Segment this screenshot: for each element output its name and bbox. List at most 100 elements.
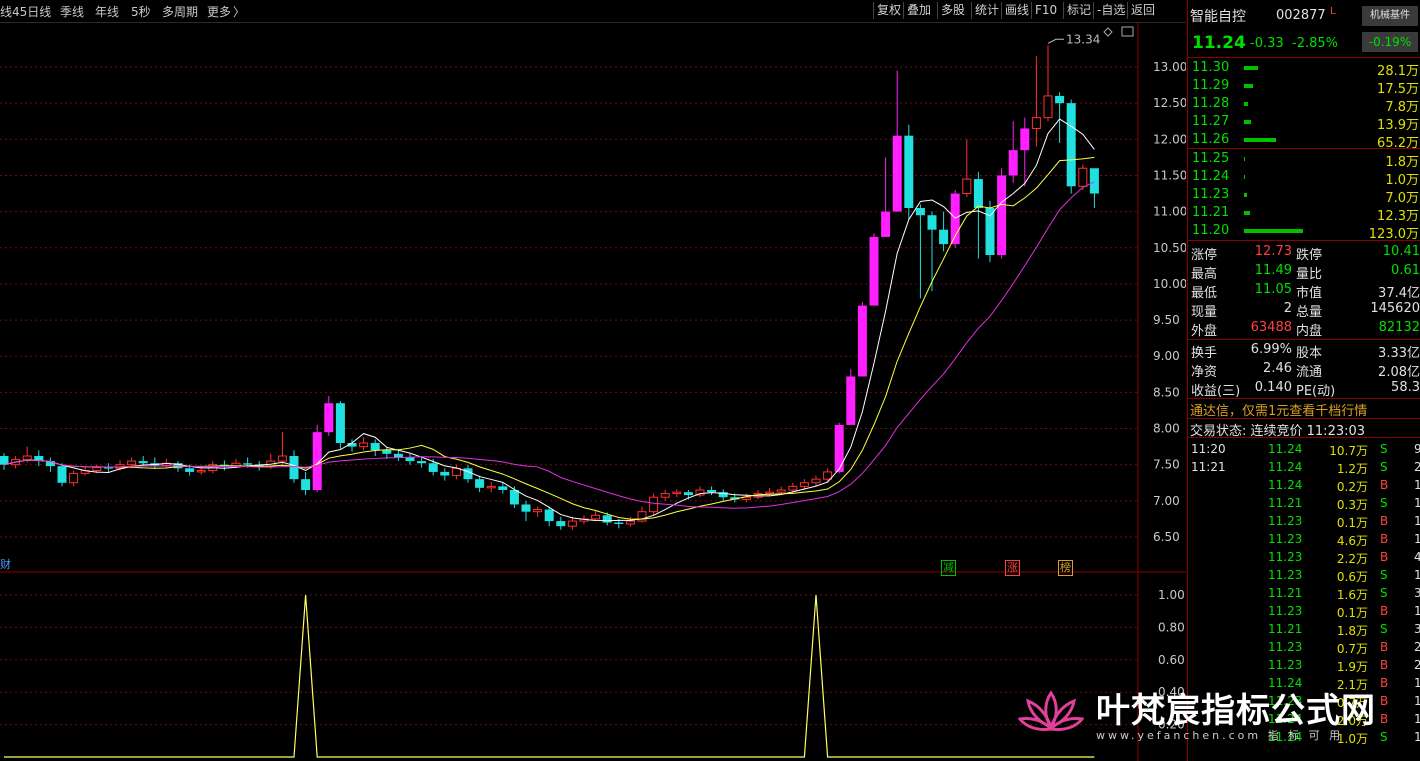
tick-volume: 2.0万: [1336, 714, 1368, 728]
tick-volume: 0.2万: [1336, 480, 1368, 494]
tick-count: 2: [1414, 640, 1420, 654]
signal-label[interactable]: 涨: [1005, 560, 1020, 576]
stat-value: 11.49: [1254, 263, 1292, 278]
kline-chart[interactable]: 13.00 12.50 12.00 11.50 11.00 10.50 10.00 9.50 9…: [0, 22, 1186, 761]
tick-price: 11.24: [1268, 460, 1303, 474]
candle-body: [939, 229, 949, 245]
ad-banner[interactable]: 通达信，仅需1元查看千档行情: [1190, 400, 1367, 419]
tick-count: 3: [1414, 622, 1420, 636]
candle-body: [846, 376, 856, 425]
period-0[interactable]: 线: [0, 3, 12, 20]
tick-side: B: [1380, 658, 1389, 672]
tick-side: B: [1380, 532, 1389, 546]
toolbar-button-7[interactable]: -自选: [1093, 2, 1128, 19]
tick-side: B: [1380, 478, 1389, 492]
candle-body: [393, 453, 403, 458]
candle-body: [1089, 168, 1099, 194]
more-arrow-icon[interactable]: 〉: [233, 3, 245, 20]
tick-side: B: [1380, 640, 1389, 654]
candle-body: [57, 466, 67, 483]
toolbar-button-4[interactable]: 画线: [1001, 2, 1032, 19]
orderbook-row[interactable]: 11.21 12.3万: [1188, 204, 1420, 224]
tick-row: 11.23 1.9万 B 2: [1188, 657, 1420, 675]
candle-body: [567, 520, 577, 527]
signal-label[interactable]: 减: [941, 560, 956, 576]
orderbook-row[interactable]: 11.29 17.5万: [1188, 77, 1420, 97]
orderbook-row[interactable]: 11.25 1.8万: [1188, 150, 1420, 170]
stat-value: 37.4亿: [1378, 286, 1420, 301]
period-2[interactable]: 季线: [60, 3, 84, 20]
orderbook-row[interactable]: 11.30 28.1万: [1188, 59, 1420, 79]
stat-label: 换手: [1191, 346, 1218, 361]
candle-body: [428, 463, 438, 472]
chart-diamond-icon[interactable]: [1103, 27, 1113, 37]
candle-body: [776, 489, 786, 493]
left-edge-label: 财: [0, 557, 11, 571]
candle-body: [335, 403, 345, 443]
tick-count: 2: [1414, 460, 1420, 474]
l-flag: L: [1330, 6, 1336, 17]
orderbook-price: 11.26: [1192, 132, 1230, 147]
orderbook-row[interactable]: 11.23 7.0万: [1188, 186, 1420, 206]
tick-count: 1: [1414, 712, 1420, 726]
tick-volume: 1.0万: [1336, 732, 1368, 746]
tick-volume: 4.6万: [1336, 534, 1368, 548]
industry-change-badge[interactable]: -0.19%: [1362, 32, 1418, 52]
stat-label: 内盘: [1296, 324, 1323, 339]
tick-side: B: [1380, 604, 1389, 618]
toolbar-button-5[interactable]: F10: [1031, 2, 1060, 19]
orderbook-volume-bar: [1244, 138, 1276, 142]
orderbook-row[interactable]: 11.24 1.0万: [1188, 168, 1420, 188]
tick-count: 1: [1414, 532, 1420, 546]
candle-body: [962, 178, 972, 195]
tick-row: 11.23 0.6万 S 1: [1188, 567, 1420, 585]
tick-row: 11.24 2.0万 B 1: [1188, 711, 1420, 729]
stat-value: 0.61: [1391, 263, 1420, 278]
period-3[interactable]: 年线: [95, 3, 119, 20]
tick-side: S: [1380, 460, 1388, 474]
period-1[interactable]: 45日线: [12, 3, 51, 20]
orderbook-row[interactable]: 11.28 7.8万: [1188, 95, 1420, 115]
price-tick-label: 7.00: [1153, 494, 1180, 508]
tick-side: B: [1380, 514, 1389, 528]
candle-body: [475, 479, 485, 488]
price-tick-label: 12.50: [1153, 96, 1186, 110]
candle-body: [533, 509, 543, 513]
ma20-line: [3, 181, 1095, 509]
stat-value: 0.140: [1254, 380, 1292, 395]
period-4[interactable]: 5秒: [131, 3, 151, 20]
orderbook-volume-bar: [1244, 66, 1259, 70]
stat-label: PE(动): [1296, 384, 1336, 399]
price-tick-label: 11.50: [1153, 168, 1186, 182]
tick-count: 3: [1414, 586, 1420, 600]
tick-side: S: [1380, 586, 1388, 600]
candle-body: [22, 455, 32, 461]
tick-price: 11.23: [1268, 658, 1303, 672]
tick-price: 11.24: [1268, 712, 1303, 726]
candle-body: [498, 486, 508, 490]
toolbar-button-0[interactable]: 复权: [873, 2, 904, 19]
toolbar-button-1[interactable]: 叠加: [903, 2, 934, 19]
industry-badge[interactable]: 机械基件: [1362, 6, 1418, 26]
toolbar-button-6[interactable]: 标记: [1063, 2, 1094, 19]
chart-window-icon[interactable]: [1121, 26, 1134, 37]
orderbook-row[interactable]: 11.26 65.2万: [1188, 131, 1420, 151]
tick-volume: 2.1万: [1336, 678, 1368, 692]
tick-row: 11.24 0.2万 B 1: [1188, 477, 1420, 495]
orderbook-price: 11.21: [1192, 205, 1230, 220]
tick-price: 11.24: [1268, 730, 1303, 744]
orderbook-row[interactable]: 11.20 123.0万: [1188, 222, 1420, 242]
stock-name[interactable]: 智能自控: [1190, 6, 1246, 26]
candle-body: [556, 521, 566, 527]
candle-body: [788, 485, 798, 491]
toolbar-button-3[interactable]: 统计: [971, 2, 1002, 19]
tick-count: 1: [1414, 478, 1420, 492]
toolbar-button-2[interactable]: 多股: [937, 2, 968, 19]
stat-value: 2.46: [1263, 361, 1292, 376]
toolbar-button-8[interactable]: 返回: [1127, 2, 1158, 19]
period-5[interactable]: 多周期: [162, 3, 198, 20]
signal-label[interactable]: 榜: [1058, 560, 1073, 576]
period-6[interactable]: 更多: [207, 3, 231, 20]
price-change-pct: -2.85%: [1292, 36, 1338, 51]
orderbook-row[interactable]: 11.27 13.9万: [1188, 113, 1420, 133]
